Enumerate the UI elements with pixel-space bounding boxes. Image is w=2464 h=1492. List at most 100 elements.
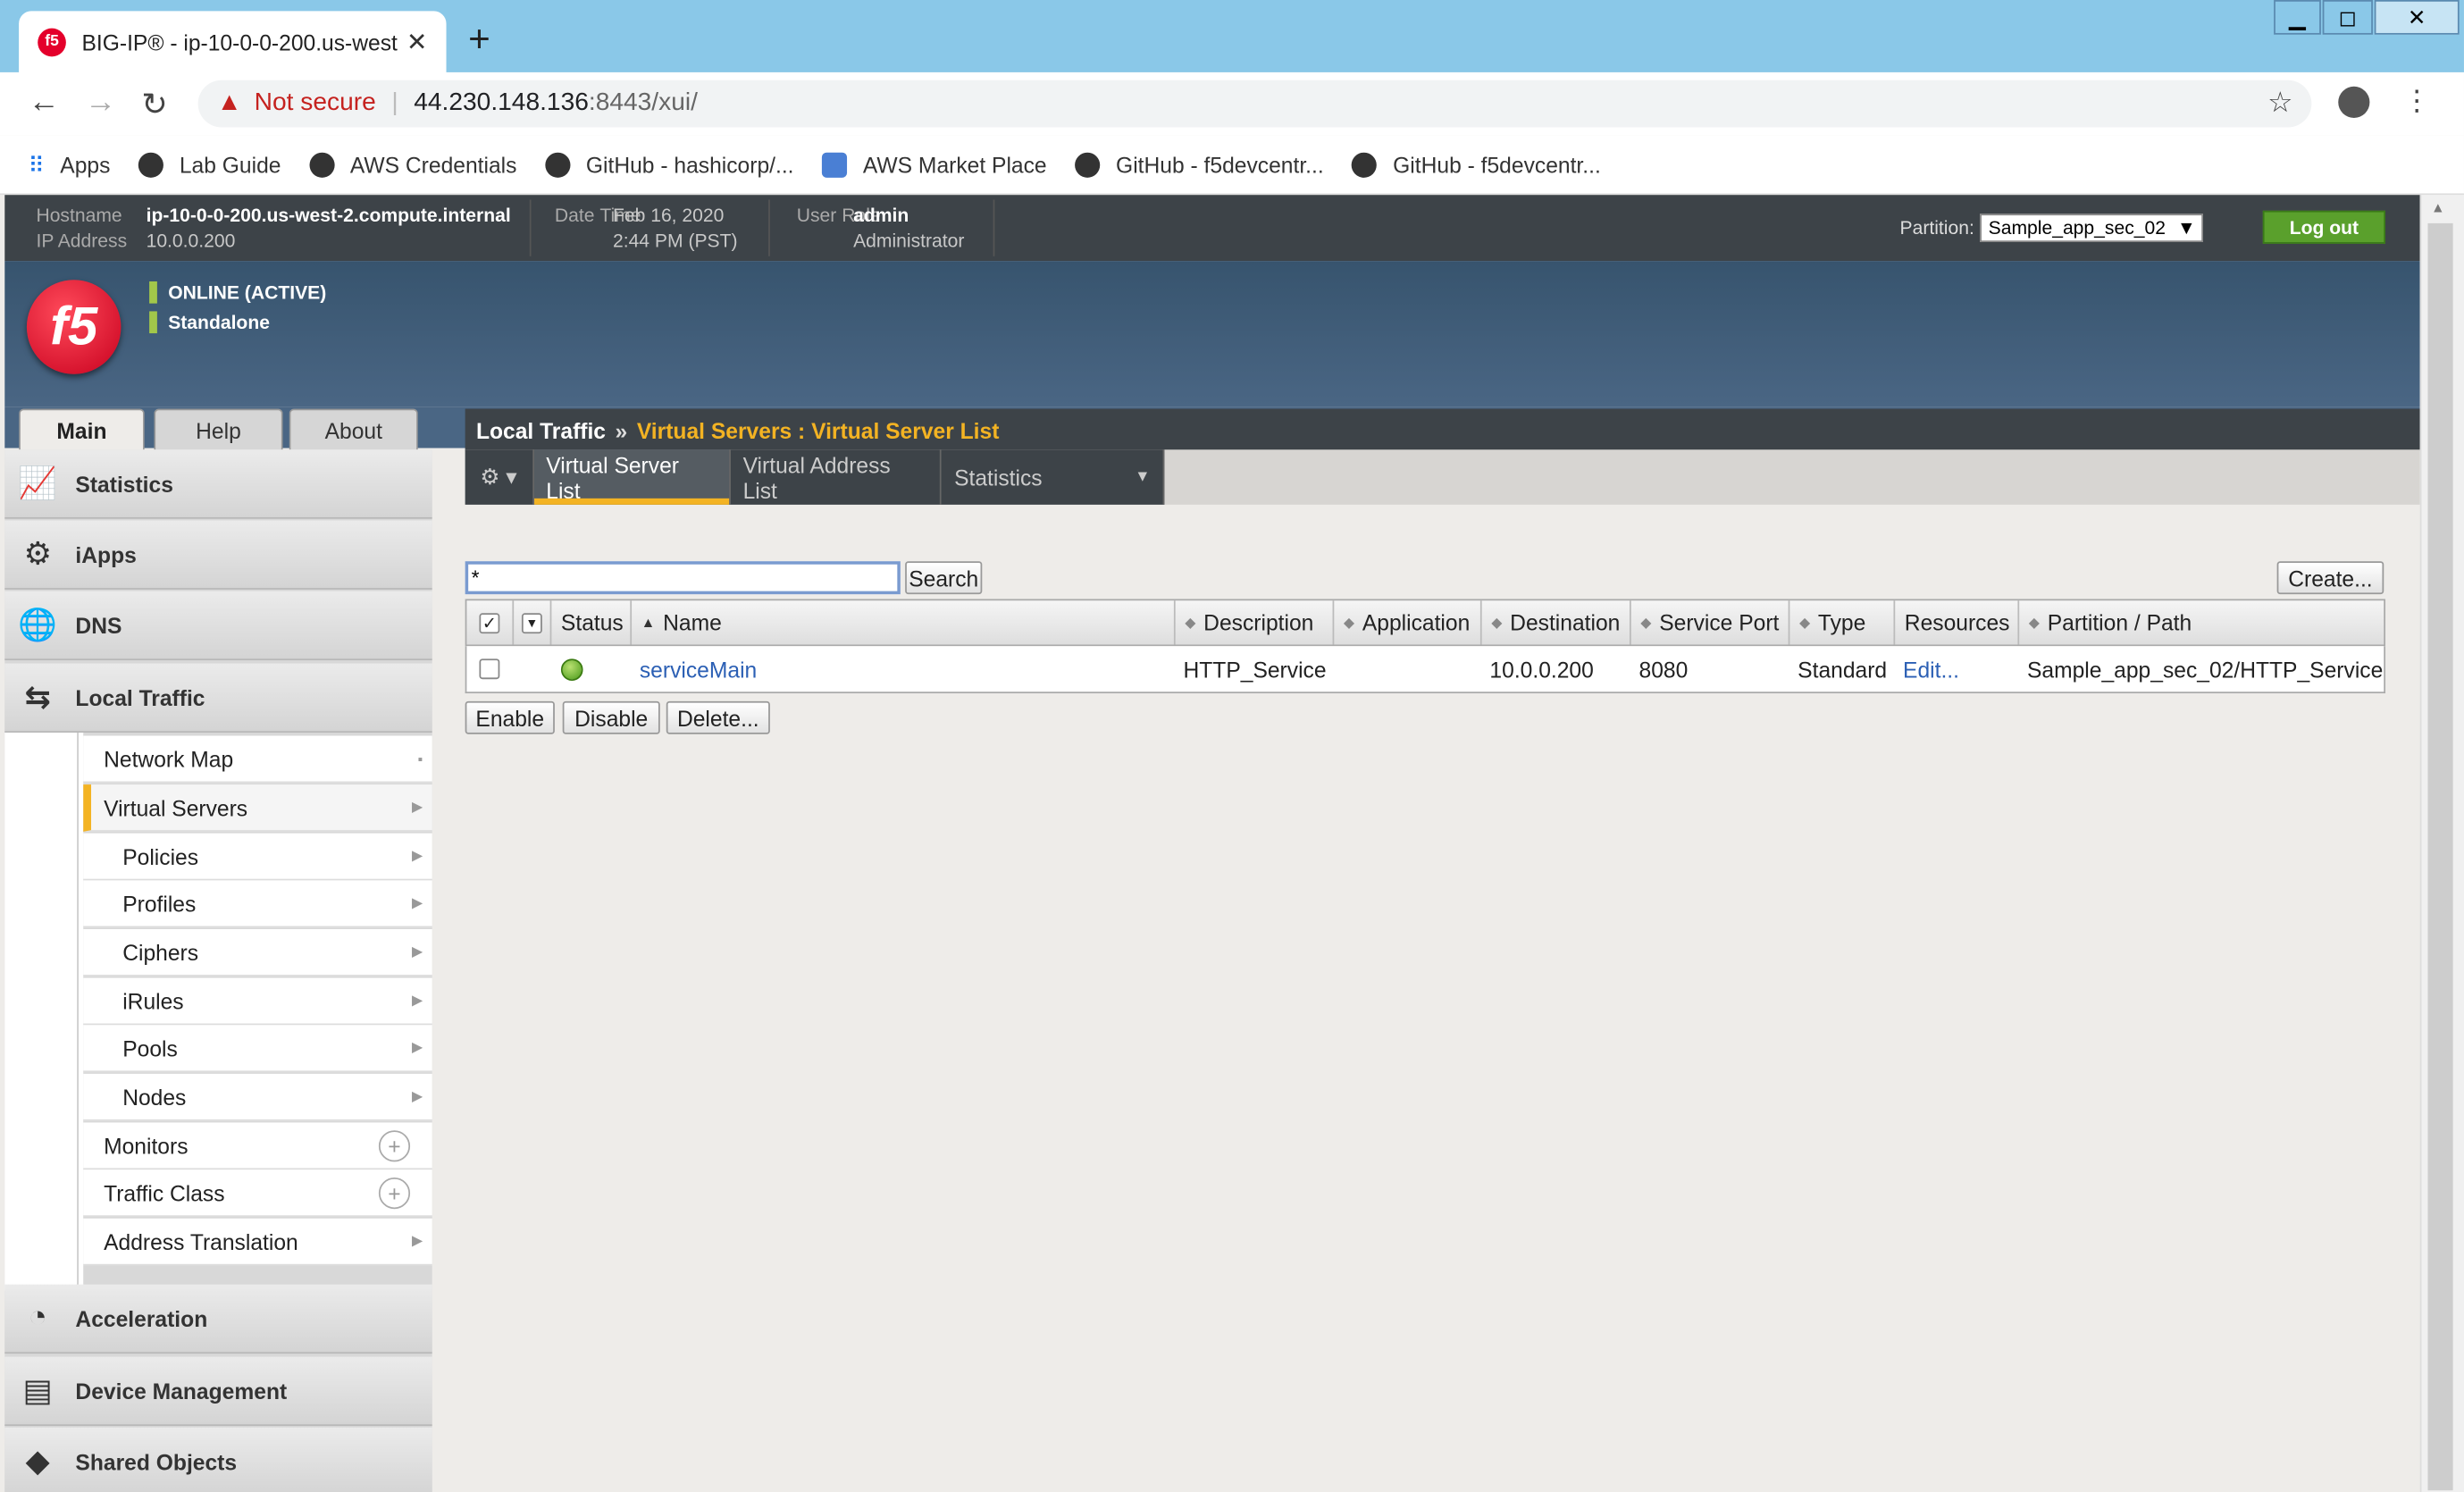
submenu-divider bbox=[77, 733, 79, 1291]
device-mode[interactable]: Standalone bbox=[149, 311, 270, 334]
delete-button[interactable]: Delete... bbox=[666, 700, 770, 734]
ip-address-label: IP Address bbox=[36, 229, 128, 252]
sidebar-item-address-translation[interactable]: Address Translation ▶ bbox=[83, 1218, 432, 1266]
sidebar-section-shared-objects[interactable]: ◆ Shared Objects bbox=[4, 1427, 432, 1492]
browser-tab[interactable]: f5 BIG-IP® - ip-10-0-0-200.us-west ✕ bbox=[19, 11, 447, 72]
bigip-app: Hostname IP Address ip-10-0-0-200.us-wes… bbox=[4, 195, 2420, 1492]
chevron-down-icon: ▼ bbox=[1135, 468, 1151, 486]
sidebar-item-policies[interactable]: Policies ▶ bbox=[83, 833, 432, 881]
breadcrumb-separator: » bbox=[615, 417, 628, 443]
gear-menu-button[interactable]: ⚙ ▾ bbox=[465, 449, 534, 505]
row-type: Standard bbox=[1798, 656, 1888, 682]
create-button[interactable]: Create... bbox=[2276, 561, 2384, 595]
row-checkbox[interactable] bbox=[479, 646, 500, 692]
column-description[interactable]: ◆ Description bbox=[1176, 600, 1335, 645]
tab-statistics[interactable]: Statistics ▼ bbox=[942, 449, 1165, 505]
scroll-up-arrow-icon[interactable]: ▲ bbox=[2431, 199, 2445, 215]
window-close-button[interactable]: ✕ bbox=[2374, 0, 2460, 35]
chevron-down-icon: ▼ bbox=[521, 612, 542, 633]
select-all-checkbox[interactable]: ✓ bbox=[466, 600, 515, 645]
select-menu-button[interactable]: ▼ bbox=[514, 600, 552, 645]
window-minimize-button[interactable]: ▁ bbox=[2274, 0, 2321, 35]
screen: f5 BIG-IP® - ip-10-0-0-200.us-west ✕ + ▁… bbox=[0, 0, 2464, 1492]
partition-select[interactable]: Sample_app_sec_02 ▼ bbox=[1980, 214, 2204, 242]
bookmark-github-hashicorp[interactable]: GitHub - hashicorp/... bbox=[545, 151, 794, 177]
column-application[interactable]: ◆ Application bbox=[1334, 600, 1482, 645]
bookmark-github-f5devcentral-1[interactable]: GitHub - f5devcentr... bbox=[1075, 151, 1324, 177]
sidebar-item-virtual-servers[interactable]: Virtual Servers ▶ bbox=[83, 784, 432, 832]
browser-menu-icon[interactable]: ⋮ bbox=[2402, 85, 2431, 118]
sort-icon: ◆ bbox=[1798, 614, 1811, 630]
bookmark-apps[interactable]: ⠿ Apps bbox=[29, 152, 111, 177]
sidebar-section-dns[interactable]: 🌐 DNS bbox=[4, 591, 432, 661]
sidebar-item-ciphers[interactable]: Ciphers ▶ bbox=[83, 928, 432, 977]
divider bbox=[993, 199, 995, 256]
warning-triangle-icon: ▲ bbox=[216, 89, 242, 117]
sidebar-section-device-management[interactable]: ▤ Device Management bbox=[4, 1356, 432, 1427]
partition-control: Partition: Sample_app_sec_02 ▼ bbox=[1900, 214, 2204, 242]
tab-help[interactable]: Help bbox=[154, 408, 283, 452]
bookmark-aws-credentials[interactable]: AWS Credentials bbox=[309, 151, 516, 177]
add-circle-icon[interactable]: + bbox=[378, 1177, 411, 1209]
bookmark-lab-guide[interactable]: Lab Guide bbox=[138, 151, 281, 177]
column-service-port[interactable]: ◆ Service Port bbox=[1631, 600, 1790, 645]
column-destination[interactable]: ◆ Destination bbox=[1482, 600, 1631, 645]
disable-button[interactable]: Disable bbox=[562, 700, 660, 734]
tab-virtual-address-list[interactable]: Virtual Address List bbox=[731, 449, 943, 505]
tab-main[interactable]: Main bbox=[19, 408, 145, 452]
sidebar-item-monitors[interactable]: Monitors + bbox=[83, 1122, 432, 1170]
device-status[interactable]: ONLINE (ACTIVE) bbox=[149, 281, 326, 304]
page-scrollbar[interactable]: ▲ bbox=[2419, 195, 2464, 1492]
search-button[interactable]: Search bbox=[905, 561, 983, 595]
sidebar-section-statistics[interactable]: 📈 Statistics bbox=[4, 449, 432, 519]
enable-button[interactable]: Enable bbox=[465, 700, 555, 734]
chevron-right-icon: ▶ bbox=[411, 1039, 423, 1055]
f5-logo[interactable]: f5 bbox=[26, 280, 122, 374]
bookmark-aws-market-place[interactable]: AWS Market Place bbox=[822, 151, 1047, 177]
forward-arrow-icon[interactable]: → bbox=[85, 85, 116, 121]
reload-icon[interactable]: ↻ bbox=[141, 85, 167, 124]
user-label: User bbox=[796, 204, 837, 227]
sidebar-section-iapps[interactable]: ⚙ iApps bbox=[4, 520, 432, 590]
scrollbar-thumb[interactable] bbox=[2427, 222, 2453, 1491]
breadcrumb-section[interactable]: Local Traffic bbox=[476, 417, 606, 442]
column-type[interactable]: ◆ Type bbox=[1789, 600, 1896, 645]
tab-virtual-server-list[interactable]: Virtual Server List bbox=[533, 449, 731, 505]
sidebar-section-local-traffic[interactable]: ⇆ Local Traffic bbox=[4, 663, 432, 733]
table-row: serviceMain HTTP_Service 10.0.0.200 8080… bbox=[465, 646, 2386, 694]
sidebar-item-irules[interactable]: iRules ▶ bbox=[83, 977, 432, 1026]
ip-address-value: 10.0.0.200 bbox=[146, 229, 236, 252]
new-tab-button[interactable]: + bbox=[468, 19, 490, 63]
submenu-background bbox=[4, 733, 84, 1291]
search-input[interactable] bbox=[465, 561, 901, 595]
profile-avatar-icon[interactable] bbox=[2338, 86, 2370, 118]
sidebar-item-pools[interactable]: Pools ▶ bbox=[83, 1025, 432, 1073]
main-tabs-row: Main Help About Local Traffic » Virtual … bbox=[4, 407, 2420, 452]
window-maximize-button[interactable]: ◻ bbox=[2322, 0, 2373, 35]
sidebar-item-nodes[interactable]: Nodes ▶ bbox=[83, 1073, 432, 1121]
not-secure-label[interactable]: Not secure bbox=[255, 89, 376, 118]
tab-about[interactable]: About bbox=[289, 408, 418, 452]
sidebar-section-acceleration[interactable]: ◔ Acceleration bbox=[4, 1284, 432, 1354]
bookmark-github-f5devcentral-2[interactable]: GitHub - f5devcentr... bbox=[1352, 151, 1601, 177]
url-input[interactable]: ▲ Not secure | 44.230.148.136 :8443/xui/ bbox=[197, 80, 2312, 128]
sort-icon: ◆ bbox=[2028, 614, 2040, 630]
column-name[interactable]: ▲ Name bbox=[632, 600, 1176, 645]
hostname-label: Hostname bbox=[36, 204, 122, 227]
breadcrumb: Local Traffic » Virtual Servers : Virtua… bbox=[465, 408, 2420, 452]
column-status[interactable]: Status bbox=[551, 600, 633, 645]
popout-icon: ▪ bbox=[417, 750, 423, 767]
logout-button[interactable]: Log out bbox=[2262, 210, 2386, 244]
statistics-chart-icon: 📈 bbox=[18, 466, 58, 502]
bookmark-star-icon[interactable]: ☆ bbox=[2267, 87, 2292, 120]
tab-close-icon[interactable]: ✕ bbox=[406, 26, 428, 57]
row-name-link[interactable]: serviceMain bbox=[640, 646, 757, 692]
device-banner: f5 ONLINE (ACTIVE) Standalone bbox=[4, 261, 2420, 407]
column-partition-path[interactable]: ◆ Partition / Path bbox=[2019, 600, 2384, 644]
back-arrow-icon[interactable]: ← bbox=[29, 85, 60, 121]
sidebar-item-traffic-class[interactable]: Traffic Class + bbox=[83, 1169, 432, 1218]
sidebar-item-network-map[interactable]: Network Map ▪ bbox=[83, 735, 432, 784]
sidebar-item-profiles[interactable]: Profiles ▶ bbox=[83, 880, 432, 928]
add-circle-icon[interactable]: + bbox=[378, 1129, 411, 1161]
row-resources-edit-link[interactable]: Edit... bbox=[1903, 646, 1959, 692]
